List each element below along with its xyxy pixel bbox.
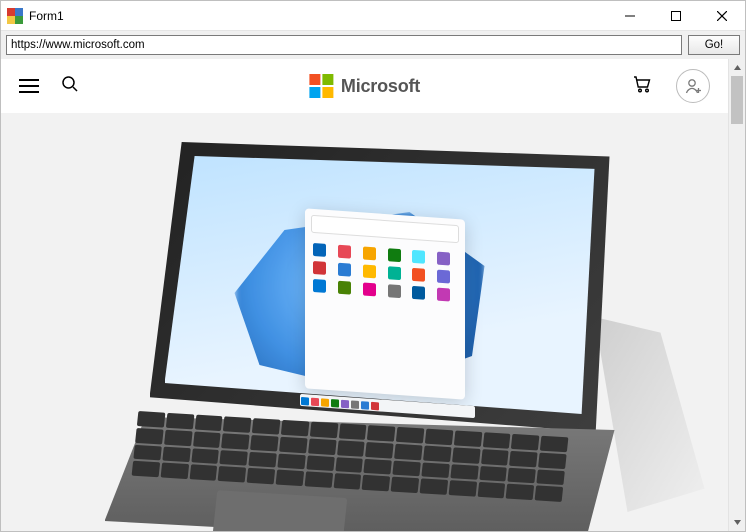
search-icon[interactable]: [61, 75, 79, 98]
hero-image: [1, 113, 728, 531]
titlebar: Form1: [1, 1, 745, 31]
menu-icon[interactable]: [19, 79, 39, 93]
url-input[interactable]: [6, 35, 682, 55]
app-window: Form1 Go!: [0, 0, 746, 532]
surface-device-illustration: [95, 122, 655, 531]
close-button[interactable]: [699, 1, 745, 30]
start-menu-illustration: [305, 208, 465, 399]
webview: Microsoft: [1, 59, 728, 531]
address-bar: Go!: [1, 31, 745, 59]
brand-logo: Microsoft: [309, 74, 420, 98]
go-button[interactable]: Go!: [688, 35, 740, 55]
app-icon: [1, 8, 29, 24]
brand-text: Microsoft: [341, 76, 420, 97]
page-header: Microsoft: [1, 59, 728, 113]
window-title: Form1: [29, 9, 64, 23]
minimize-button[interactable]: [607, 1, 653, 30]
maximize-button[interactable]: [653, 1, 699, 30]
scroll-up-button[interactable]: [729, 59, 745, 76]
content-area: Microsoft: [1, 59, 745, 531]
scroll-track[interactable]: [729, 76, 745, 514]
vertical-scrollbar[interactable]: [728, 59, 745, 531]
microsoft-logo-icon: [309, 74, 333, 98]
account-icon[interactable]: [676, 69, 710, 103]
cart-icon[interactable]: [632, 74, 652, 99]
scroll-thumb[interactable]: [731, 76, 743, 124]
scroll-down-button[interactable]: [729, 514, 745, 531]
